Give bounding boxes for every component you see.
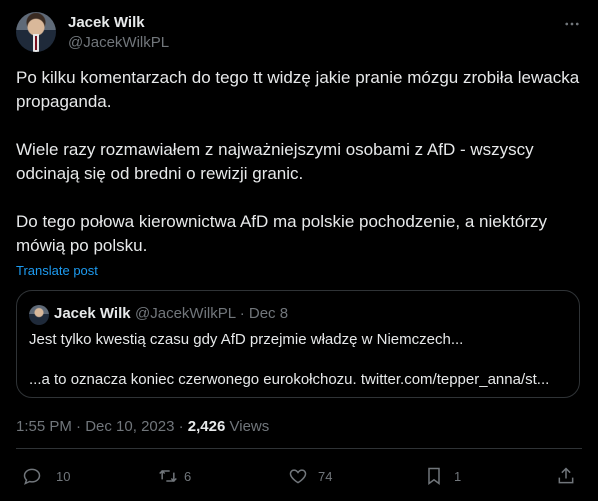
views-count: 2,426 — [187, 418, 226, 435]
views-label: Views — [229, 418, 270, 435]
share-icon — [558, 467, 574, 484]
share-button[interactable] — [556, 460, 576, 492]
meta-separator: · — [178, 418, 184, 435]
tweet-date[interactable]: Dec 10, 2023 — [85, 418, 174, 435]
tweet-header: Jacek Wilk @JacekWilkPL — [16, 12, 582, 56]
quote-separator: · — [239, 305, 245, 322]
quote-text-line: ...a to oznacza koniec czerwonego euroko… — [29, 371, 550, 388]
quote-meta: @JacekWilkPL · Dec 8 — [135, 305, 288, 322]
translate-post-link[interactable]: Translate post — [16, 263, 98, 278]
like-button[interactable]: 74 — [288, 460, 332, 492]
quote-author-name: Jacek Wilk — [54, 305, 131, 322]
quote-avatar — [29, 305, 49, 325]
tweet-meta: 1:55 PM · Dec 10, 2023 · 2,426 Views — [16, 418, 269, 435]
reply-count: 10 — [56, 468, 71, 484]
repost-icon — [159, 469, 177, 483]
like-icon — [289, 469, 307, 484]
tweet-paragraph: Do tego połowa kierownictwa AfD ma polsk… — [16, 212, 548, 255]
avatar[interactable] — [16, 12, 56, 52]
bookmark-button[interactable]: 1 — [424, 460, 461, 492]
more-icon[interactable] — [562, 14, 582, 34]
tweet-paragraph: Wiele razy rozmawiałem z najważniejszymi… — [16, 140, 534, 183]
quote-date: Dec 8 — [248, 305, 289, 322]
quoted-tweet[interactable]: Jacek Wilk @JacekWilkPL · Dec 8 Jest tyl… — [16, 290, 580, 398]
like-count: 74 — [318, 468, 333, 484]
tweet-text: Po kilku komentarzach do tego tt widzę j… — [16, 66, 582, 282]
tweet-paragraph: Po kilku komentarzach do tego tt widzę j… — [16, 68, 580, 111]
author-handle[interactable]: @JacekWilkPL — [68, 34, 169, 51]
quote-author-handle: @JacekWilkPL — [135, 305, 236, 322]
action-bar: 10 6 74 1 — [16, 460, 582, 492]
quote-text-line: Jest tylko kwestią czasu gdy AfD przejmi… — [29, 331, 464, 348]
repost-button[interactable]: 6 — [158, 460, 191, 492]
tweet-time[interactable]: 1:55 PM — [16, 418, 72, 435]
author-name[interactable]: Jacek Wilk — [68, 14, 145, 31]
repost-count: 6 — [184, 468, 192, 484]
divider — [16, 448, 582, 449]
avatar-tie — [35, 36, 37, 50]
meta-separator: · — [76, 418, 82, 435]
bookmark-count: 1 — [454, 468, 462, 484]
reply-icon — [23, 468, 41, 485]
bookmark-icon — [428, 467, 440, 485]
reply-button[interactable]: 10 — [22, 460, 70, 492]
